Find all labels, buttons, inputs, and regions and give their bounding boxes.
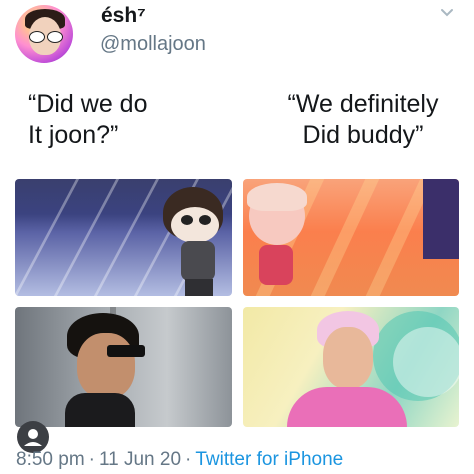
tweet-date[interactable]: 11 Jun 20 <box>99 449 181 470</box>
display-name[interactable]: ésh⁷ <box>101 4 146 28</box>
right-quote-text: “We definitely Did buddy” <box>287 90 439 149</box>
left-quote-text: “Did we do It joon?” <box>28 90 148 149</box>
tweet-time[interactable]: 8:50 pm <box>16 449 85 470</box>
user-handle[interactable]: @mollajoon <box>100 33 206 56</box>
image-man-pink-background[interactable] <box>243 307 459 427</box>
tweet-source-link[interactable]: Twitter for iPhone <box>195 449 343 470</box>
profile-avatar[interactable] <box>15 5 73 63</box>
avatar-glasses-icon <box>29 31 63 43</box>
image-cartoon-left[interactable] <box>15 179 232 296</box>
chevron-down-icon[interactable] <box>440 6 454 20</box>
separator: · <box>88 449 95 470</box>
tweet-metadata: 8:50 pm · 11 Jun 20 · Twitter for iPhone <box>16 449 343 471</box>
image-cartoon-right[interactable] <box>243 179 459 296</box>
separator: · <box>185 449 192 470</box>
image-man-sunglasses[interactable] <box>15 307 232 427</box>
